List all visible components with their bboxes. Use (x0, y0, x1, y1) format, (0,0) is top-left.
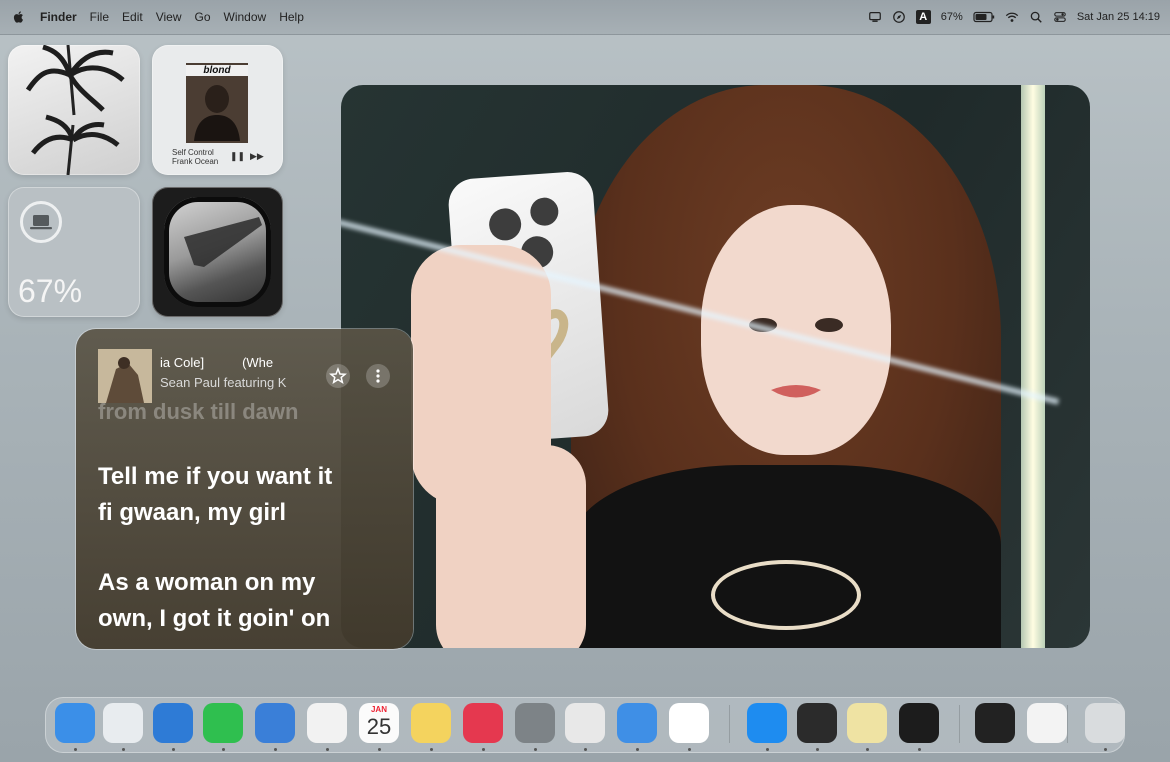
dock-running-indicator (74, 748, 77, 751)
dock: JAN 25 (45, 697, 1125, 753)
dock-icloud-drive-icon[interactable] (617, 703, 657, 743)
dock-separator (1067, 705, 1068, 743)
dock-separator (959, 705, 960, 743)
apple-icon[interactable] (12, 10, 26, 24)
dock-iphone-mirroring-icon[interactable] (565, 703, 605, 743)
dock-running-indicator (122, 748, 125, 751)
dock-running-indicator (534, 748, 537, 751)
album-title: blond (186, 65, 248, 76)
calendar-month: JAN (370, 705, 387, 714)
compass-icon[interactable] (892, 10, 906, 24)
song-artwork (98, 349, 152, 403)
airplane-window-photo-widget[interactable] (152, 187, 283, 317)
calendar-day: 25 (366, 714, 392, 739)
dock-app-store-icon[interactable] (747, 703, 787, 743)
dock-running-indicator (866, 748, 869, 751)
dock-running-indicator (378, 748, 381, 751)
control-center-icon[interactable] (1053, 10, 1067, 24)
lyric-line-3: As a woman on my (98, 569, 316, 596)
album-portrait (194, 85, 240, 141)
track-artist: Frank Ocean (172, 157, 219, 166)
palm-tree-photo-widget[interactable] (8, 45, 140, 175)
dock-running-indicator (918, 748, 921, 751)
dock-photos-icon[interactable] (307, 703, 347, 743)
more-icon (376, 369, 380, 383)
dock-safari-icon[interactable] (153, 703, 193, 743)
photo-face (701, 205, 891, 455)
dock-music-icon[interactable] (463, 703, 503, 743)
light-strip (1021, 85, 1045, 648)
dock-running-indicator (636, 748, 639, 751)
wallpaper-photo (341, 85, 1090, 648)
photo-hand (411, 245, 551, 505)
menu-window[interactable]: Window (224, 10, 267, 24)
menu-help[interactable]: Help (279, 10, 304, 24)
dock-chrome-icon[interactable] (669, 703, 709, 743)
dock-folder-window-1-icon[interactable] (975, 703, 1015, 743)
menu-file[interactable]: File (90, 10, 109, 24)
favorite-button[interactable] (326, 364, 350, 388)
lyric-line-previous: from dusk till dawn (98, 399, 299, 424)
dock-launchpad-icon[interactable] (103, 703, 143, 743)
input-source-icon[interactable]: A (915, 10, 931, 24)
menubar-clock[interactable]: Sat Jan 25 14:19 (1077, 11, 1160, 23)
song-title-right: (Whe (242, 355, 274, 370)
dock-finder-icon[interactable] (55, 703, 95, 743)
battery-percent: 67% (940, 11, 963, 23)
star-icon (329, 366, 347, 385)
wifi-icon[interactable] (1005, 10, 1019, 24)
lyrics-widget[interactable]: ia Cole] (Whe Sean Paul featuring K from … (76, 329, 413, 649)
now-playing-widget[interactable]: blond Self Control Frank Ocean ❚❚ ▶▶ (152, 45, 283, 175)
battery-widget: 67% (8, 187, 140, 317)
dock-running-indicator (1104, 748, 1107, 751)
lyric-line-2: fi gwaan, my girl (98, 499, 287, 526)
skip-forward-icon[interactable]: ▶▶ (250, 151, 264, 162)
battery-icon[interactable] (973, 10, 995, 24)
photo-shirt-logo (711, 560, 861, 630)
menu-bar: Finder File Edit View Go Window Help A 6… (0, 0, 1170, 35)
dock-trash-icon[interactable] (1085, 703, 1125, 743)
album-cover: blond (186, 63, 248, 143)
search-icon[interactable] (1029, 10, 1043, 24)
dock-screen-saver-icon[interactable] (899, 703, 939, 743)
dock-separator (729, 705, 730, 743)
dock-running-indicator (482, 748, 485, 751)
menu-view[interactable]: View (156, 10, 182, 24)
menu-go[interactable]: Go (195, 10, 211, 24)
dock-running-indicator (326, 748, 329, 751)
song-title-left: ia Cole] (160, 355, 205, 370)
dock-running-indicator (584, 748, 587, 751)
more-options-button[interactable] (366, 364, 390, 388)
dock-running-indicator (688, 748, 691, 751)
dock-running-indicator (766, 748, 769, 751)
dock-mail-icon[interactable] (255, 703, 295, 743)
airplane-window-image (164, 197, 271, 307)
lyric-line-4: own, I got it goin' on (98, 605, 331, 632)
dock-running-indicator (172, 748, 175, 751)
menu-edit[interactable]: Edit (122, 10, 143, 24)
dock-system-preferences-icon[interactable] (515, 703, 555, 743)
dock-stickies-icon[interactable] (847, 703, 887, 743)
menu-finder[interactable]: Finder (40, 10, 77, 24)
lyric-line-1: Tell me if you want it (98, 463, 333, 490)
palm-tree-image (25, 45, 125, 175)
dock-folder-window-2-icon[interactable] (1027, 703, 1067, 743)
dock-running-indicator (222, 748, 225, 751)
dock-running-indicator (274, 748, 277, 751)
battery-ring (20, 201, 62, 243)
dock-notes-icon[interactable] (411, 703, 451, 743)
screen-mirroring-icon[interactable] (868, 10, 882, 24)
dock-messages-icon[interactable] (203, 703, 243, 743)
pause-icon[interactable]: ❚❚ (230, 151, 245, 162)
dock-running-indicator (430, 748, 433, 751)
track-name: Self Control (172, 148, 214, 157)
dock-running-indicator (816, 748, 819, 751)
dock-calendar-icon[interactable]: JAN 25 (359, 703, 399, 743)
dock-quicktime-icon[interactable] (797, 703, 837, 743)
laptop-icon (30, 215, 52, 230)
battery-percent-large: 67% (18, 273, 83, 309)
